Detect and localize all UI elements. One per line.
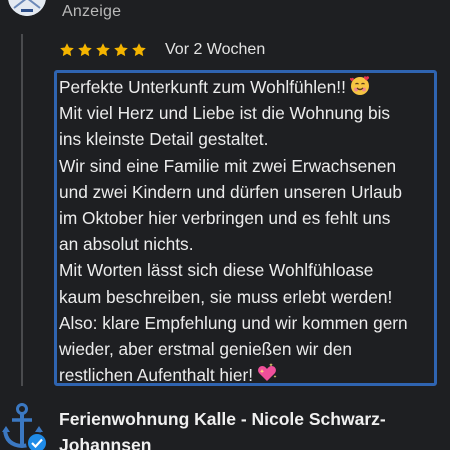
review-rating-row: Vor 2 Wochen xyxy=(59,38,265,62)
reply-author-name[interactable]: Ferienwohnung Kalle - Nicole Schwarz-Joh… xyxy=(59,406,429,450)
review-line: kaum beschreiben, sie muss erlebt werden… xyxy=(59,286,393,307)
reviewer-avatar[interactable] xyxy=(8,0,46,16)
review-line: wieder, aber erstmal genießen wir den xyxy=(59,339,352,360)
checkmark-icon xyxy=(31,438,43,448)
thread-line xyxy=(21,34,23,386)
review-line: Mit Worten lässt sich diese Wohlfühloase xyxy=(59,260,374,281)
review-age: Vor 2 Wochen xyxy=(165,41,266,58)
review-line: Also: klare Empfehlung und wir kommen ge… xyxy=(59,312,408,333)
review-text: Perfekte Unterkunft zum Wohlfühlen!! Mit… xyxy=(59,74,435,388)
star-icon xyxy=(132,43,146,57)
review-line: ins kleinste Detail gestaltet. xyxy=(59,129,269,150)
star-icon xyxy=(96,43,110,57)
review-line: Perfekte Unterkunft zum Wohlfühlen!! xyxy=(59,74,435,100)
review-line: an absolut nichts. xyxy=(59,234,194,255)
star-icon xyxy=(60,43,74,57)
ad-label: Anzeige xyxy=(62,3,122,20)
smiling-face-with-hearts-icon xyxy=(349,76,369,95)
review-line: restlichen Aufenthalt hier! xyxy=(59,362,435,388)
star-icon xyxy=(114,43,128,57)
review-line: Mit viel Herz und Liebe ist die Wohnung … xyxy=(59,103,391,124)
verified-badge xyxy=(26,432,48,450)
sparkling-heart-icon xyxy=(258,363,277,382)
review-line: und zwei Kindern und dürfen unseren Urla… xyxy=(59,181,402,202)
star-rating xyxy=(59,42,147,58)
reviewer-avatar-image xyxy=(8,0,46,16)
review-line: im Oktober hier verbringen und es fehlt … xyxy=(59,208,391,229)
star-icon xyxy=(78,43,92,57)
review-line: Wir sind eine Familie mit zwei Erwachsen… xyxy=(59,155,397,176)
